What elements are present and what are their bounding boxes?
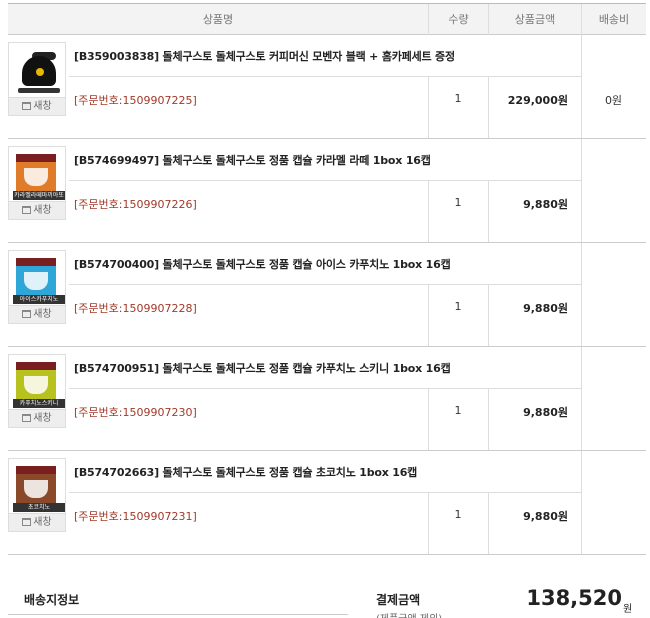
thumbnail-label: 카푸치노스키니 [13, 399, 65, 408]
new-window-icon [22, 310, 32, 318]
table-row: 카푸치노스키니 새창 [B574700951] 돌체구스토 돌체구스토 정품 캡… [8, 347, 646, 451]
new-window-button[interactable]: 새창 [9, 201, 65, 219]
payment-amount-label: 결제금액 [376, 593, 421, 607]
capsule-box-icon: 카라멜라떼마끼아또 [12, 150, 65, 200]
new-window-icon [22, 102, 32, 110]
coffee-machine-icon [12, 46, 62, 96]
product-title[interactable]: [B359003838] 돌체구스토 돌체구스토 커피머신 모벤자 블랙 + 홈… [74, 48, 455, 64]
table-row: 카라멜라떼마끼아또 새창 [B574699497] 돌체구스토 돌체구스토 정품… [8, 139, 646, 243]
quantity: 1 [454, 404, 462, 417]
order-number[interactable]: [주문번호:1509907231] [74, 508, 197, 524]
product-title[interactable]: [B574700951] 돌체구스토 돌체구스토 정품 캡슐 카푸치노 스키니 … [74, 360, 451, 376]
header-shipping: 배송비 [581, 4, 646, 35]
quantity: 1 [454, 92, 462, 105]
thumbnail-label: 초코치노 [13, 503, 65, 512]
header-product-name: 상품명 [202, 13, 234, 26]
order-summary: 배송지정보 결제금액 (제품금액 제외) 138,520 원 [0, 560, 650, 618]
price: 9,880원 [523, 406, 568, 419]
product-thumbnail[interactable]: 아이스카푸치노 새창 [8, 250, 66, 324]
product-thumbnail[interactable]: 카라멜라떼마끼아또 새창 [8, 146, 66, 220]
quantity: 1 [454, 300, 462, 313]
capsule-box-icon: 아이스카푸치노 [12, 254, 65, 304]
shipping-info-heading: 배송지정보 [24, 593, 80, 607]
shipping-fee: 0원 [604, 94, 623, 107]
payment-sub-label: (제품금액 제외) [376, 610, 442, 618]
order-table: 상품명 수량 상품금액 배송비 새창 [B359003838] 돌체구스토 돌체… [8, 3, 646, 555]
product-title[interactable]: [B574699497] 돌체구스토 돌체구스토 정품 캡슐 카라멜 라떼 1b… [74, 152, 431, 168]
price: 9,880원 [523, 510, 568, 523]
order-number[interactable]: [주문번호:1509907225] [74, 92, 197, 108]
table-row: 아이스카푸치노 새창 [B574700400] 돌체구스토 돌체구스토 정품 캡… [8, 243, 646, 347]
order-number[interactable]: [주문번호:1509907230] [74, 404, 197, 420]
product-title[interactable]: [B574702663] 돌체구스토 돌체구스토 정품 캡슐 초코치노 1box… [74, 464, 417, 480]
header-quantity: 수량 [428, 4, 488, 35]
table-row: 초코치노 새창 [B574702663] 돌체구스토 돌체구스토 정품 캡슐 초… [8, 451, 646, 555]
product-thumbnail[interactable]: 새창 [8, 42, 66, 116]
new-window-button[interactable]: 새창 [9, 409, 65, 427]
thumbnail-label: 카라멜라떼마끼아또 [13, 191, 65, 200]
capsule-box-icon: 카푸치노스키니 [12, 358, 65, 408]
capsule-box-icon: 초코치노 [12, 462, 65, 512]
thumbnail-label: 아이스카푸치노 [13, 295, 65, 304]
new-window-button[interactable]: 새창 [9, 97, 65, 115]
total-amount: 138,520 [526, 586, 622, 610]
price: 9,880원 [523, 302, 568, 315]
table-row: 새창 [B359003838] 돌체구스토 돌체구스토 커피머신 모벤자 블랙 … [8, 35, 646, 139]
new-window-icon [22, 206, 32, 214]
header-price: 상품금액 [488, 4, 581, 35]
new-window-icon [22, 518, 32, 526]
price: 229,000원 [507, 94, 568, 107]
new-window-icon [22, 414, 32, 422]
order-number[interactable]: [주문번호:1509907228] [74, 300, 197, 316]
quantity: 1 [454, 196, 462, 209]
product-thumbnail[interactable]: 초코치노 새창 [8, 458, 66, 532]
price: 9,880원 [523, 198, 568, 211]
currency-unit: 원 [623, 604, 633, 615]
product-thumbnail[interactable]: 카푸치노스키니 새창 [8, 354, 66, 428]
order-number[interactable]: [주문번호:1509907226] [74, 196, 197, 212]
table-header: 상품명 수량 상품금액 배송비 [8, 4, 646, 35]
new-window-button[interactable]: 새창 [9, 513, 65, 531]
product-title[interactable]: [B574700400] 돌체구스토 돌체구스토 정품 캡슐 아이스 카푸치노 … [74, 256, 451, 272]
quantity: 1 [454, 508, 462, 521]
new-window-button[interactable]: 새창 [9, 305, 65, 323]
